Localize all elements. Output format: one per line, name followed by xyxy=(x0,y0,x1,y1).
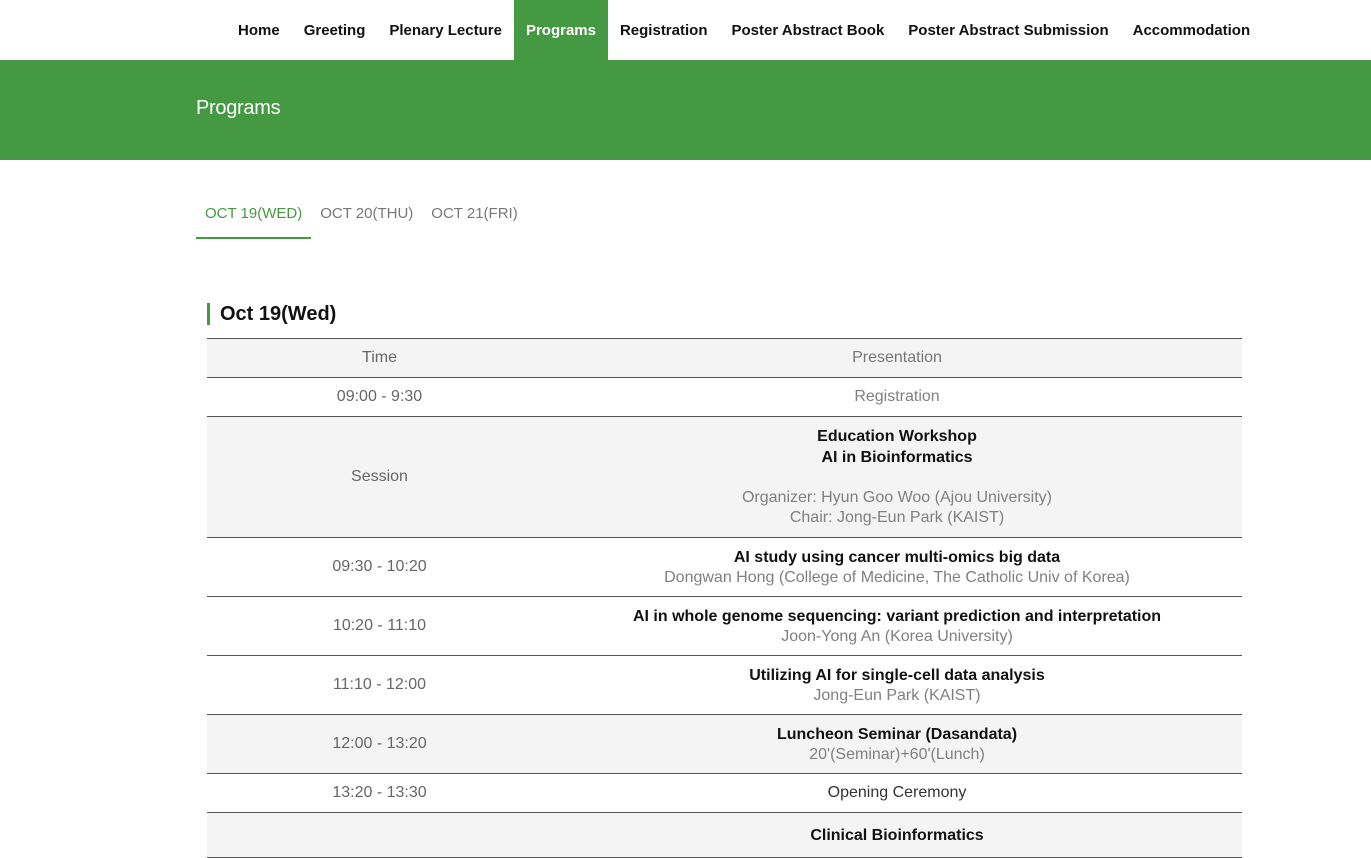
nav-menu: Home Greeting Plenary Lecture Programs R… xyxy=(226,0,1262,60)
row-time: Session xyxy=(207,416,552,538)
row-time: 11:10 - 12:00 xyxy=(207,655,552,715)
nav-item-poster-abstract-book[interactable]: Poster Abstract Book xyxy=(719,0,896,60)
row-time: 10:20 - 11:10 xyxy=(207,596,552,656)
presentation-title: Luncheon Seminar (Dasandata) xyxy=(776,725,1018,743)
table-row: 09:00 - 9:30 Registration xyxy=(207,377,1242,417)
presenter: Joon-Yong An (Korea University) xyxy=(781,627,1013,645)
presentation-title: Registration xyxy=(854,388,940,405)
heading-accent-bar xyxy=(207,303,210,325)
session-subtitle: AI in Bioinformatics xyxy=(821,449,973,466)
header-time: Time xyxy=(207,338,552,378)
row-presentation: Opening Ceremony xyxy=(552,773,1242,813)
table-header-row: Time Presentation xyxy=(207,338,1242,378)
row-time: 12:00 - 13:20 xyxy=(207,714,552,774)
presenter: 20'(Seminar)+60'(Lunch) xyxy=(809,745,985,763)
tab-oct-21[interactable]: OCT 21(FRI) xyxy=(422,190,526,239)
presentation-title: AI study using cancer multi-omics big da… xyxy=(733,548,1061,566)
tab-oct-20[interactable]: OCT 20(THU) xyxy=(311,190,422,239)
nav-item-plenary-lecture[interactable]: Plenary Lecture xyxy=(377,0,514,60)
day-tabs: OCT 19(WED) OCT 20(THU) OCT 21(FRI) xyxy=(196,190,527,239)
table-row: Session Education Workshop AI in Bioinfo… xyxy=(207,416,1242,538)
presenter: Jong-Eun Park (KAIST) xyxy=(813,686,981,704)
page-title: Programs xyxy=(196,97,281,119)
session-title: Education Workshop xyxy=(817,428,977,445)
nav-item-programs[interactable]: Programs xyxy=(513,0,608,60)
presentation-title: Opening Ceremony xyxy=(827,784,967,801)
page-banner: Programs xyxy=(0,60,1371,160)
row-presentation: AI study using cancer multi-omics big da… xyxy=(552,537,1242,597)
table-row: 10:20 - 11:10 AI in whole genome sequenc… xyxy=(207,596,1242,656)
row-presentation: AI in whole genome sequencing: variant p… xyxy=(552,596,1242,656)
row-presentation: Clinical Bioinformatics xyxy=(552,812,1242,858)
table-row: 13:20 - 13:30 Opening Ceremony xyxy=(207,773,1242,813)
row-presentation: Education Workshop AI in Bioinformatics … xyxy=(552,416,1242,538)
program-table: Time Presentation 09:00 - 9:30 Registrat… xyxy=(207,338,1242,858)
nav-item-accommodation[interactable]: Accommodation xyxy=(1121,0,1263,60)
day-heading-text: Oct 19(Wed) xyxy=(220,302,337,325)
session-title: Clinical Bioinformatics xyxy=(810,826,984,844)
session-organizer: Organizer: Hyun Goo Woo (Ajou University… xyxy=(741,489,1053,506)
row-time: 09:30 - 10:20 xyxy=(207,537,552,597)
table-row: 12:00 - 13:20 Luncheon Seminar (Dasandat… xyxy=(207,714,1242,774)
nav-item-home[interactable]: Home xyxy=(226,0,292,60)
day-heading: Oct 19(Wed) xyxy=(207,300,336,328)
nav-item-greeting[interactable]: Greeting xyxy=(292,0,378,60)
row-presentation: Utilizing AI for single-cell data analys… xyxy=(552,655,1242,715)
row-presentation: Luncheon Seminar (Dasandata) 20'(Seminar… xyxy=(552,714,1242,774)
row-presentation: Registration xyxy=(552,377,1242,417)
session-chair: Chair: Jong-Eun Park (KAIST) xyxy=(789,509,1005,526)
row-time: 13:20 - 13:30 xyxy=(207,773,552,813)
presentation-title: Utilizing AI for single-cell data analys… xyxy=(749,666,1045,684)
nav-item-registration[interactable]: Registration xyxy=(608,0,720,60)
table-row: 09:30 - 10:20 AI study using cancer mult… xyxy=(207,537,1242,597)
row-time: 09:00 - 9:30 xyxy=(207,377,552,417)
table-row: 11:10 - 12:00 Utilizing AI for single-ce… xyxy=(207,655,1242,715)
row-time xyxy=(207,812,552,858)
header-presentation: Presentation xyxy=(552,338,1242,378)
top-navigation: Home Greeting Plenary Lecture Programs R… xyxy=(0,0,1371,60)
presentation-title: AI in whole genome sequencing: variant p… xyxy=(632,607,1162,625)
nav-item-poster-abstract-submission[interactable]: Poster Abstract Submission xyxy=(896,0,1120,60)
presenter: Dongwan Hong (College of Medicine, The C… xyxy=(664,568,1130,586)
tab-oct-19[interactable]: OCT 19(WED) xyxy=(196,190,312,239)
table-row: Clinical Bioinformatics xyxy=(207,812,1242,858)
